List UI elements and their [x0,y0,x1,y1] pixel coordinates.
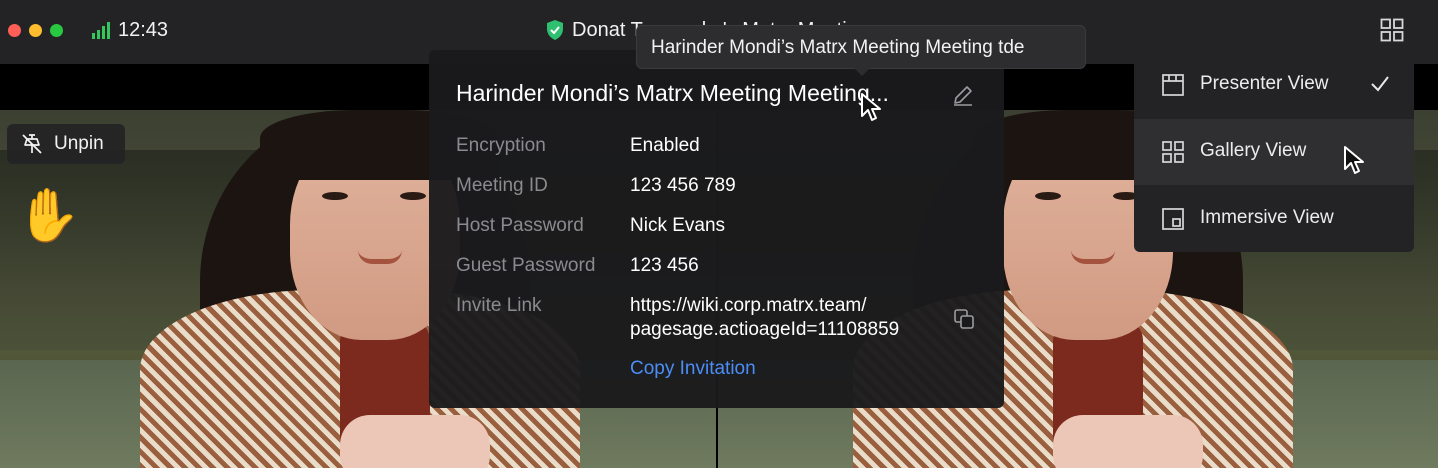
host-password-label: Host Password [456,215,584,236]
checkmark-icon [1371,76,1389,92]
menu-label: Gallery View [1200,140,1307,161]
zoom-window-button[interactable] [50,24,63,37]
unpin-label: Unpin [54,133,104,154]
guest-password-value: 123 456 [630,255,699,276]
gallery-view-icon [1162,141,1184,163]
menu-item-gallery-view[interactable]: Gallery View [1134,119,1414,185]
menu-label: Presenter View [1200,73,1329,94]
tooltip-text: Harinder Mondi’s Matrx Meeting Meeting t… [651,37,1025,58]
minimize-window-button[interactable] [29,24,42,37]
title-tooltip: Harinder Mondi’s Matrx Meeting Meeting t… [636,25,1086,76]
invite-link-line-2[interactable]: pagesage.actioageId=11108859 [630,318,899,341]
encryption-label: Encryption [456,135,546,156]
copy-link-icon[interactable] [952,307,976,331]
unpin-button[interactable]: Unpin [7,124,125,164]
guest-password-label: Guest Password [456,255,596,276]
invite-link-line-1[interactable]: https://wiki.corp.matrx.team/ [630,294,867,317]
immersive-view-icon [1162,208,1184,230]
mouse-cursor-icon [861,93,881,121]
meeting-id-label: Meeting ID [456,175,548,196]
secure-shield-icon [547,20,563,40]
menu-item-immersive-view[interactable]: Immersive View [1134,186,1414,252]
presenter-view-icon [1162,74,1184,96]
meeting-info-panel: Harinder Mondi’s Matrx Meeting Meeting..… [429,50,1004,408]
signal-strength-icon [92,22,110,39]
unpin-icon [22,134,42,154]
menu-label: Immersive View [1200,207,1334,228]
raise-hand-icon: ✋ [16,187,81,245]
edit-pencil-icon[interactable] [951,83,975,107]
meeting-id-value: 123 456 789 [630,175,736,196]
layout-grid-icon[interactable] [1380,18,1404,42]
encryption-value: Enabled [630,135,700,156]
close-window-button[interactable] [8,24,21,37]
mouse-cursor-icon [1344,146,1364,174]
tooltip-arrow [854,68,870,76]
menu-item-presenter-view[interactable]: Presenter View [1134,52,1414,118]
host-password-value: Nick Evans [630,215,726,236]
copy-invitation-link[interactable]: Copy Invitation [630,358,756,380]
view-mode-menu: Presenter View Gallery View Immersive Vi… [1134,52,1414,252]
meeting-timer: 12:43 [118,19,169,41]
invite-link-label: Invite Link [456,295,542,316]
